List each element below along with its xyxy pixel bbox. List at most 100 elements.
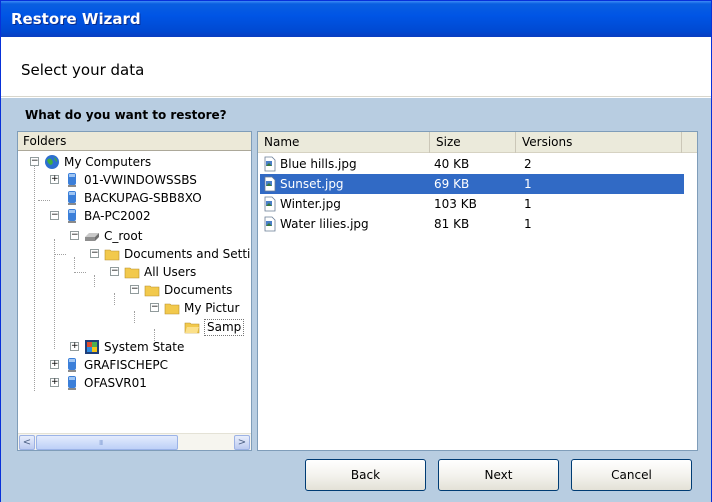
question-label: What do you want to restore? xyxy=(25,108,227,122)
computer-icon xyxy=(68,376,76,390)
tree-node-label: System State xyxy=(104,340,185,354)
file-versions: 2 xyxy=(524,157,532,171)
scroll-right-button[interactable]: > xyxy=(234,435,250,450)
column-label: Versions xyxy=(522,135,573,149)
column-header-name[interactable]: Name xyxy=(258,132,430,153)
column-header-size[interactable]: Size xyxy=(430,132,516,153)
file-size: 40 KB xyxy=(434,157,470,171)
tree-node-ba-pc2002[interactable]: − BA-PC2002 xyxy=(18,207,248,225)
thumb-grip: III xyxy=(99,439,103,447)
folder-icon xyxy=(144,285,160,297)
tree-node-backupag[interactable]: BACKUPAG-SBB8XO xyxy=(18,189,248,207)
next-button-label: Next xyxy=(484,468,513,482)
collapse-toggle[interactable]: − xyxy=(150,303,159,312)
folder-icon xyxy=(104,249,120,261)
tree-node-label: BACKUPAG-SBB8XO xyxy=(84,191,202,205)
wizard-header: Select your data xyxy=(1,37,711,97)
column-header-versions[interactable]: Versions xyxy=(516,132,682,153)
file-row[interactable]: Winter.jpg 103 KB 1 xyxy=(260,194,684,214)
tree-node-label: C_root xyxy=(104,229,143,243)
tree-node-grafischepc[interactable]: + GRAFISCHEPC xyxy=(18,356,248,374)
image-file-icon xyxy=(264,156,276,172)
tree-node-label: My Computers xyxy=(64,155,152,169)
files-list-header: Name Size Versions xyxy=(258,132,697,153)
file-size: 103 KB xyxy=(434,197,477,211)
expand-toggle[interactable]: + xyxy=(50,378,59,387)
file-name: Water lilies.jpg xyxy=(280,217,369,231)
tree-node-ofasvr01[interactable]: + OFASVR01 xyxy=(18,374,248,392)
folders-header: Folders xyxy=(18,132,251,151)
computer-icon xyxy=(68,209,76,223)
globe-icon xyxy=(45,155,59,169)
system-state-icon xyxy=(85,340,99,354)
file-name: Sunset.jpg xyxy=(280,177,344,191)
tree-node-label: 01-VWINDOWSSBS xyxy=(84,173,197,187)
folder-icon xyxy=(124,267,140,279)
folder-open-icon xyxy=(184,322,200,334)
computer-icon xyxy=(68,191,76,205)
wizard-body: What do you want to restore? Folders − M… xyxy=(1,98,711,502)
tree-node-c-root[interactable]: − C_root xyxy=(18,227,248,245)
file-size: 81 KB xyxy=(434,217,470,231)
tree-node-label: GRAFISCHEPC xyxy=(84,358,169,372)
tree-node-label: Documents and Setti xyxy=(124,247,251,261)
chevron-right-icon: > xyxy=(237,437,247,448)
tree-node-documents-and-settings[interactable]: − Documents and Setti xyxy=(18,245,251,263)
drive-icon xyxy=(85,233,99,241)
file-versions: 1 xyxy=(524,217,532,231)
scroll-thumb[interactable]: III xyxy=(36,435,178,450)
title-bar[interactable]: Restore Wizard xyxy=(1,1,711,37)
folder-tree[interactable]: − My Computers + 01-VWINDOWSSBS BACKUPAG… xyxy=(18,151,251,429)
tree-node-label: Documents xyxy=(164,283,233,297)
folder-icon xyxy=(164,303,180,315)
tree-node-label: All Users xyxy=(144,265,197,279)
image-file-icon xyxy=(264,196,276,212)
file-name: Winter.jpg xyxy=(280,197,341,211)
tree-node-label: BA-PC2002 xyxy=(84,209,151,223)
files-list-pane: Name Size Versions Blue hills.jpg 40 KB … xyxy=(257,131,698,451)
cancel-button-label: Cancel xyxy=(611,468,652,482)
next-button[interactable]: Next xyxy=(438,459,559,491)
tree-node-label: My Pictur xyxy=(184,301,240,315)
file-name: Blue hills.jpg xyxy=(280,157,357,171)
computer-icon xyxy=(68,358,76,372)
column-label: Size xyxy=(436,135,461,149)
image-file-icon xyxy=(264,216,276,232)
back-button[interactable]: Back xyxy=(305,459,426,491)
column-label: Name xyxy=(264,135,300,149)
collapse-toggle[interactable]: − xyxy=(30,157,39,166)
collapse-toggle[interactable]: − xyxy=(90,249,99,258)
tree-node-label: OFASVR01 xyxy=(84,376,147,390)
page-title: Select your data xyxy=(21,61,145,79)
folders-horizontal-scrollbar[interactable]: < III > xyxy=(18,433,251,450)
window-title: Restore Wizard xyxy=(11,10,141,28)
collapse-toggle[interactable]: − xyxy=(130,285,139,294)
file-row-selected[interactable]: Sunset.jpg 69 KB 1 xyxy=(260,174,684,194)
image-file-icon xyxy=(264,176,276,192)
file-row[interactable]: Water lilies.jpg 81 KB 1 xyxy=(260,214,684,234)
tree-node-01-vwindowssbs[interactable]: + 01-VWINDOWSSBS xyxy=(18,171,248,189)
back-button-label: Back xyxy=(350,468,381,482)
tree-node-my-computers[interactable]: − My Computers xyxy=(18,153,248,171)
file-row[interactable]: Blue hills.jpg 40 KB 2 xyxy=(260,154,684,174)
folders-pane: Folders − My Computers + 01-VWINDOWSSBS … xyxy=(17,131,252,451)
tree-node-my-pictures[interactable]: − My Pictur xyxy=(18,299,248,317)
tree-node-all-users[interactable]: − All Users xyxy=(18,263,248,281)
collapse-toggle[interactable]: − xyxy=(50,211,59,220)
cancel-button[interactable]: Cancel xyxy=(571,459,692,491)
restore-wizard-window: Restore Wizard Select your data What do … xyxy=(0,0,712,502)
file-size: 69 KB xyxy=(434,177,470,191)
expand-toggle[interactable]: + xyxy=(70,342,79,351)
collapse-toggle[interactable]: − xyxy=(110,267,119,276)
file-versions: 1 xyxy=(524,197,532,211)
computer-icon xyxy=(68,173,76,187)
expand-toggle[interactable]: + xyxy=(50,175,59,184)
chevron-left-icon: < xyxy=(22,437,32,448)
scroll-left-button[interactable]: < xyxy=(19,435,35,450)
expand-toggle[interactable]: + xyxy=(50,360,59,369)
tree-node-documents[interactable]: − Documents xyxy=(18,281,248,299)
tree-node-sample-pictures[interactable]: Samp xyxy=(18,318,248,336)
tree-node-system-state[interactable]: + System State xyxy=(18,338,248,356)
collapse-toggle[interactable]: − xyxy=(70,231,79,240)
file-versions: 1 xyxy=(524,177,532,191)
